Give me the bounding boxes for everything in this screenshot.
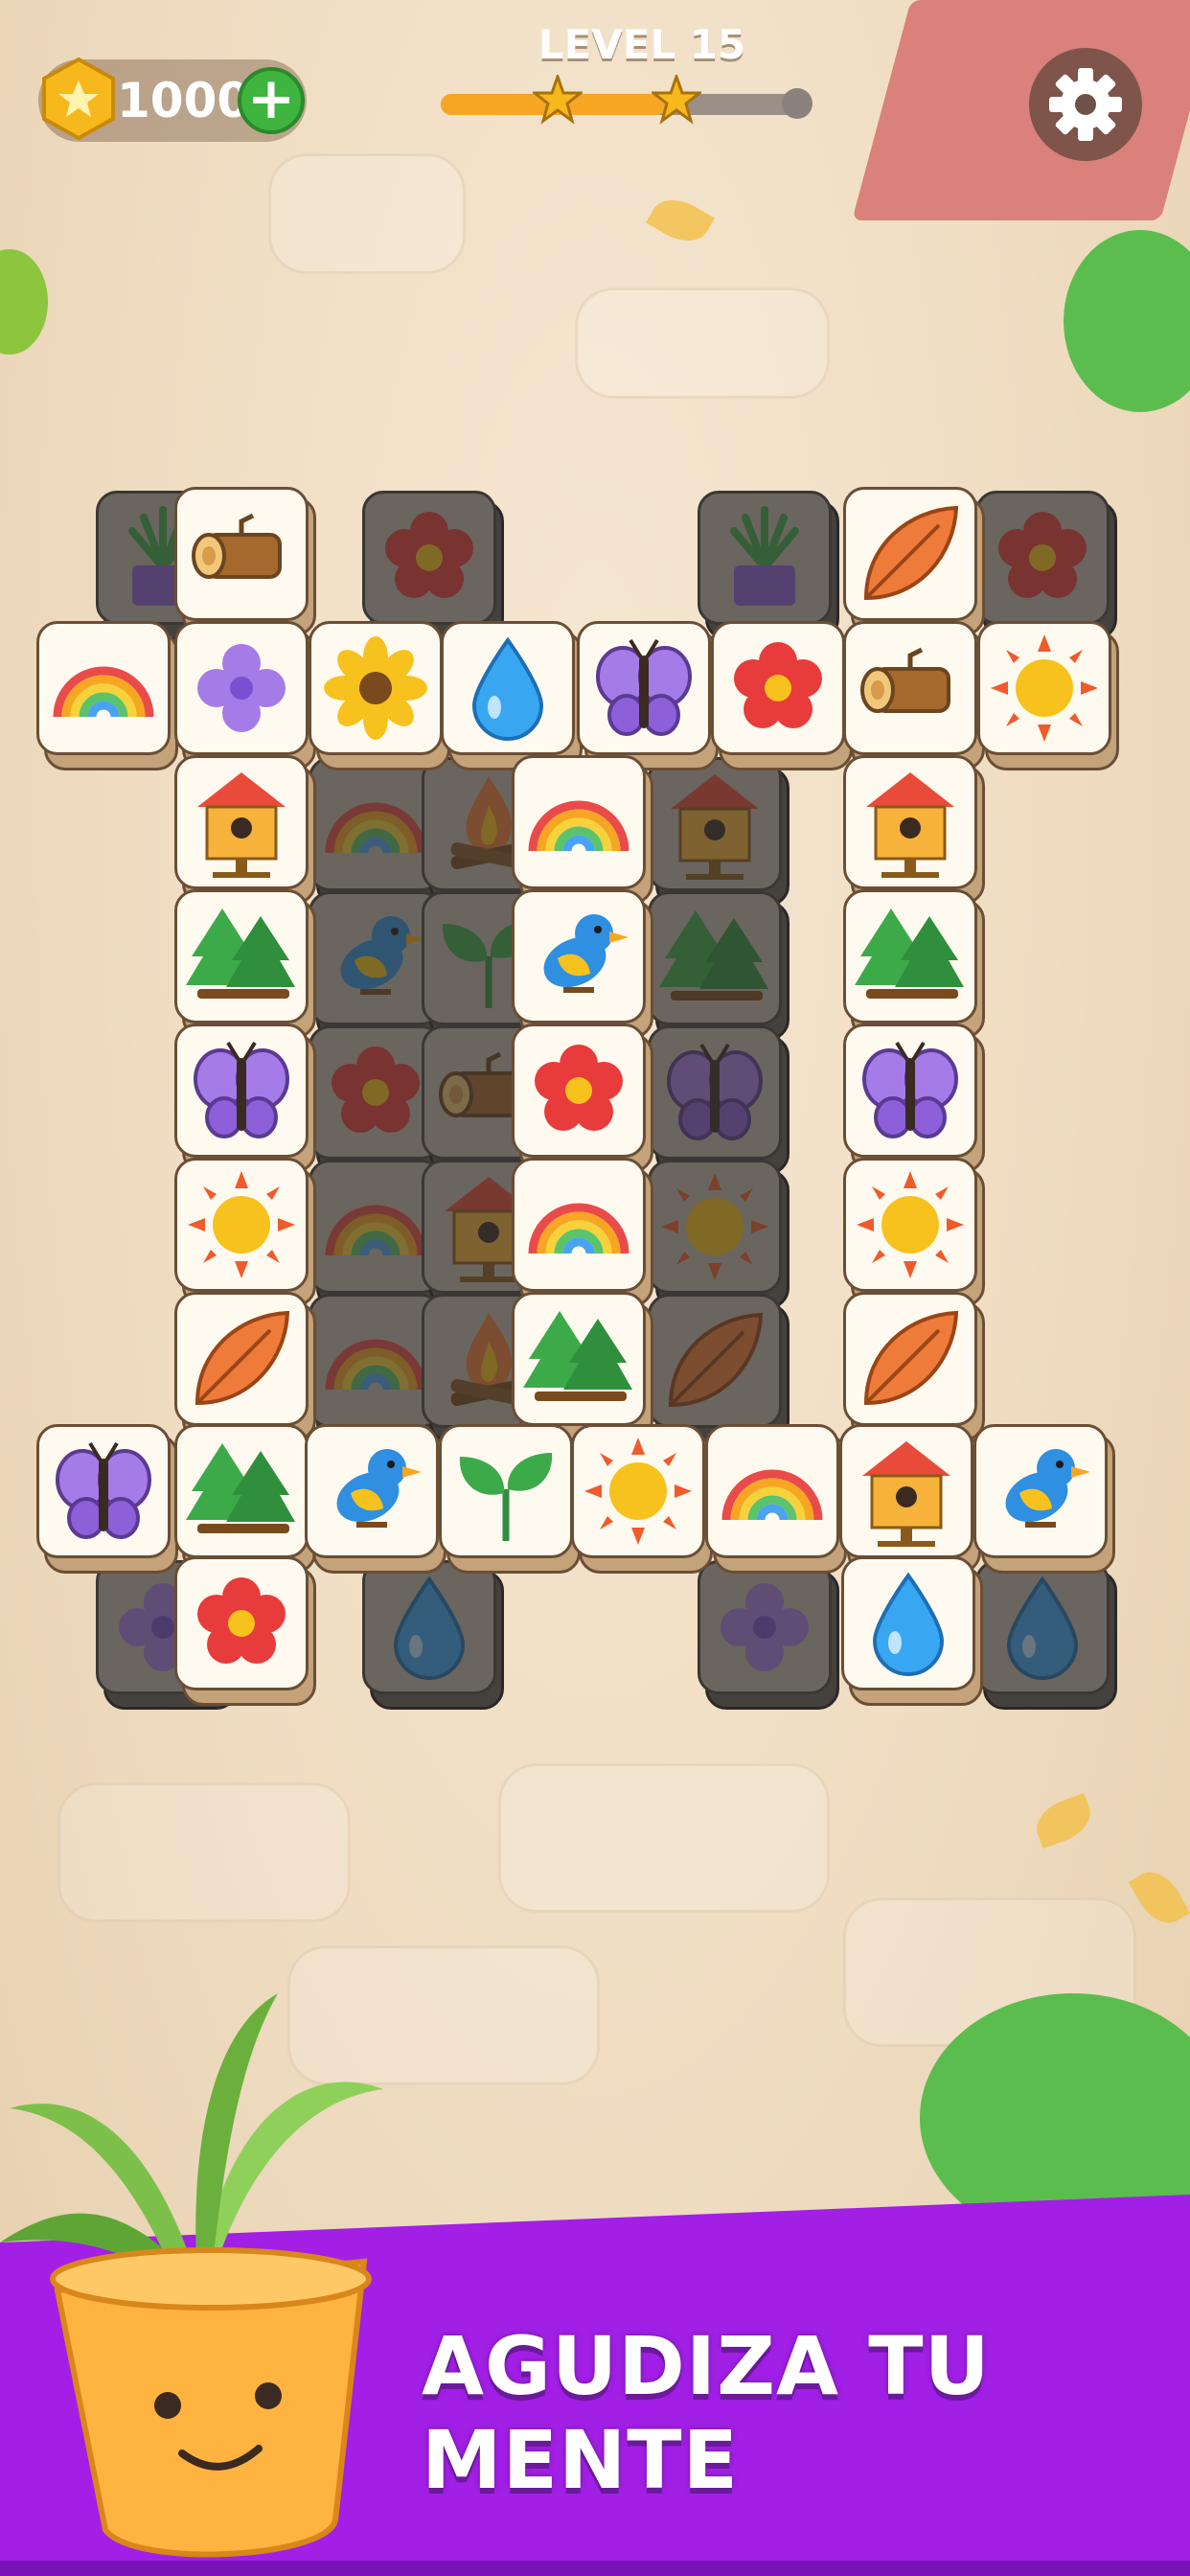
flower-purple-icon <box>721 1583 809 1671</box>
tile-sunflower[interactable] <box>309 621 450 770</box>
tile-birdhouse[interactable] <box>843 755 985 905</box>
sunflower-icon <box>324 636 427 740</box>
tile-flower-red <box>975 491 1117 640</box>
tile-birdhouse[interactable] <box>839 1424 981 1574</box>
tile-flower-purple <box>698 1560 839 1710</box>
flower-red-icon <box>998 512 1087 598</box>
birdhouse-icon <box>862 1441 950 1547</box>
drop-icon <box>1006 1576 1079 1680</box>
log-icon <box>860 647 950 713</box>
drop-icon <box>393 1576 466 1680</box>
tile-log[interactable] <box>843 621 985 770</box>
tile-rainbow[interactable] <box>512 755 653 905</box>
tile-log[interactable] <box>174 487 316 636</box>
rainbow-icon <box>325 1205 426 1256</box>
tile-rainbow[interactable] <box>705 1424 847 1574</box>
flower-red-icon <box>385 512 473 598</box>
bird-icon <box>543 914 629 993</box>
tile-butterfly[interactable] <box>36 1424 178 1574</box>
tile-bird[interactable] <box>512 889 653 1039</box>
tile-trees[interactable] <box>174 1424 316 1574</box>
tile-rainbow[interactable] <box>512 1158 653 1307</box>
flower-red-icon <box>197 1577 286 1664</box>
butterfly-icon <box>194 1041 289 1138</box>
tile-sun[interactable] <box>571 1424 713 1574</box>
rainbow-icon <box>325 802 426 854</box>
tile-sun[interactable] <box>174 1158 316 1307</box>
tile-flower-red[interactable] <box>711 621 853 770</box>
butterfly-icon <box>56 1441 151 1539</box>
tile-leaf[interactable] <box>843 487 985 636</box>
tile-trees <box>648 891 790 1041</box>
drop-icon <box>471 636 544 741</box>
tile-trees[interactable] <box>174 889 316 1039</box>
tile-rainbow[interactable] <box>36 621 178 770</box>
tile-butterfly[interactable] <box>843 1024 985 1173</box>
tile-plant <box>698 491 839 640</box>
tile-birdhouse[interactable] <box>174 755 316 905</box>
sun-icon <box>584 1438 692 1545</box>
tile-butterfly[interactable] <box>174 1024 316 1173</box>
rainbow-icon <box>325 1339 426 1391</box>
tile-leaf[interactable] <box>843 1292 985 1441</box>
rainbow-icon <box>528 1203 629 1254</box>
log-icon <box>192 513 282 579</box>
tile-flower-red <box>362 491 504 640</box>
rainbow-icon <box>721 1469 823 1521</box>
tile-trees[interactable] <box>512 1292 653 1441</box>
tile-leaf <box>648 1294 790 1443</box>
butterfly-icon <box>667 1043 763 1140</box>
bird-icon <box>336 1449 422 1528</box>
potted-plant-mascot <box>0 1993 383 2558</box>
flower-red-icon <box>332 1046 420 1133</box>
leaf-icon <box>863 505 959 601</box>
sun-icon <box>857 1171 964 1278</box>
sun-icon <box>661 1173 768 1280</box>
tile-sun[interactable] <box>843 1158 985 1307</box>
flower-red-icon <box>734 642 822 728</box>
tile-butterfly[interactable] <box>577 621 719 770</box>
tile-butterfly <box>648 1025 790 1175</box>
rainbow-icon <box>528 800 629 852</box>
tile-drop <box>975 1560 1117 1710</box>
tile-sun[interactable] <box>977 621 1119 770</box>
trees-icon <box>186 908 295 999</box>
butterfly-icon <box>862 1041 958 1138</box>
bird-icon <box>1005 1449 1090 1528</box>
tile-drop <box>362 1560 504 1710</box>
tile-sprout[interactable] <box>439 1424 581 1574</box>
flower-red-icon <box>535 1045 623 1131</box>
leaf-icon <box>863 1310 959 1406</box>
sprout-icon <box>459 1453 553 1541</box>
tile-bird[interactable] <box>305 1424 446 1574</box>
banner-title: AGUDIZA TU MENTE <box>422 2319 991 2507</box>
sun-icon <box>188 1171 295 1278</box>
tile-drop[interactable] <box>441 621 583 770</box>
plant-icon <box>730 506 799 606</box>
trees-icon <box>659 910 768 1000</box>
butterfly-icon <box>596 638 692 736</box>
tile-drop[interactable] <box>841 1556 983 1706</box>
birdhouse-icon <box>671 774 759 880</box>
tile-bird[interactable] <box>973 1424 1115 1574</box>
flower-purple-icon <box>197 644 286 732</box>
sun-icon <box>991 634 1098 742</box>
trees-icon <box>523 1311 632 1401</box>
tile-flower-red[interactable] <box>174 1556 316 1706</box>
tile-flower-purple[interactable] <box>174 621 316 770</box>
bird-icon <box>340 916 425 995</box>
trees-icon <box>186 1443 295 1533</box>
leaf-icon <box>195 1310 290 1406</box>
birdhouse-icon <box>197 772 286 878</box>
leaf-icon <box>668 1312 764 1408</box>
tile-trees[interactable] <box>843 889 985 1039</box>
drop-icon <box>872 1572 945 1676</box>
rainbow-icon <box>53 666 154 718</box>
trees-icon <box>855 908 964 999</box>
tile-leaf[interactable] <box>174 1292 316 1441</box>
tile-flower-red[interactable] <box>512 1024 653 1173</box>
tile-sun <box>648 1160 790 1309</box>
tile-birdhouse <box>648 757 790 907</box>
birdhouse-icon <box>866 772 954 878</box>
